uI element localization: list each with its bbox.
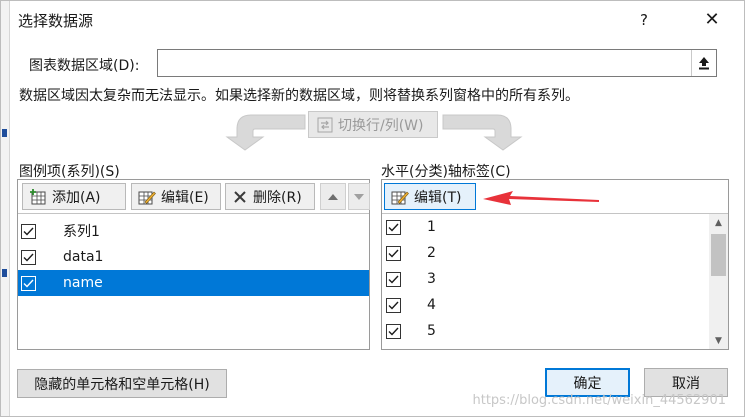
switch-row-column-label: 切换行/列(W)	[338, 117, 424, 134]
title-bar: 选择数据源 ? ✕	[10, 1, 744, 39]
triangle-up-icon	[328, 193, 338, 200]
checkmark-icon	[388, 327, 399, 336]
edit-axis-labels-label: 编辑(T)	[414, 189, 462, 206]
cancel-label: 取消	[672, 375, 700, 392]
axis-label-text: 4	[427, 297, 436, 313]
switch-row-column-icon	[317, 117, 333, 132]
dialog-title: 选择数据源	[18, 12, 94, 30]
add-series-label: 添加(A)	[52, 189, 101, 206]
delete-series-label: 删除(R)	[253, 189, 302, 206]
curved-arrow-right-icon	[442, 114, 523, 151]
curved-arrow-left-icon	[225, 114, 306, 151]
series-list-item-selected[interactable]: name	[18, 270, 369, 296]
axis-label-item[interactable]: 3	[382, 266, 708, 292]
hidden-empty-cells-label: 隐藏的单元格和空单元格(H)	[34, 376, 210, 393]
triangle-down-icon	[354, 193, 364, 200]
scroll-down-icon[interactable]: ▼	[709, 332, 728, 349]
series-checkbox[interactable]	[21, 275, 36, 291]
series-list-item[interactable]: 系列1	[18, 218, 369, 244]
series-checkbox[interactable]	[21, 249, 36, 265]
move-down-button[interactable]	[348, 183, 370, 210]
background-edge-strip	[1, 1, 10, 416]
series-name: data1	[63, 249, 104, 265]
checkmark-icon	[388, 301, 399, 310]
checkmark-icon	[23, 279, 34, 288]
annotation-arrow-icon	[483, 191, 599, 205]
select-data-source-dialog: 选择数据源 ? ✕ 图表数据区域(D): 数据区域因太复杂而无法显示。如果选择新…	[0, 0, 745, 417]
axis-label-checkbox[interactable]	[386, 219, 401, 235]
close-button[interactable]: ✕	[698, 7, 726, 33]
series-name: name	[63, 275, 103, 291]
help-button[interactable]: ?	[630, 7, 658, 33]
edit-series-label: 编辑(E)	[161, 189, 209, 206]
watermark-text: https://blog.csdn.net/weixin_44562901	[472, 393, 726, 408]
axis-labels-label: 水平(分类)轴标签(C)	[381, 164, 511, 180]
chart-data-range-label: 图表数据区域(D):	[29, 58, 140, 74]
checkmark-icon	[23, 227, 34, 236]
axis-label-text: 5	[427, 323, 436, 339]
checkmark-icon	[388, 249, 399, 258]
axis-label-item[interactable]: 1	[382, 214, 708, 240]
series-checkbox[interactable]	[21, 223, 36, 239]
series-list-item[interactable]: data1	[18, 244, 369, 270]
delete-series-button[interactable]: 删除(R)	[225, 183, 315, 210]
checkmark-icon	[388, 223, 399, 232]
axis-labels-scrollbar[interactable]: ▲ ▼	[709, 214, 728, 349]
delete-x-icon	[234, 190, 246, 203]
checkmark-icon	[388, 275, 399, 284]
hidden-empty-cells-button[interactable]: 隐藏的单元格和空单元格(H)	[17, 369, 227, 398]
upload-arrow-icon	[699, 57, 709, 70]
edit-table-icon	[138, 191, 156, 204]
scroll-up-icon[interactable]: ▲	[709, 214, 728, 231]
axis-label-text: 2	[427, 245, 436, 261]
ok-label: 确定	[573, 375, 602, 392]
axis-label-checkbox[interactable]	[386, 271, 401, 287]
legend-entries-panel: 添加(A) 编辑(E) 删除(R) 系列1 data1 name	[17, 179, 370, 350]
edit-table-icon	[391, 191, 409, 204]
edit-axis-labels-button[interactable]: 编辑(T)	[384, 183, 476, 210]
background-mark	[2, 129, 7, 137]
add-series-button[interactable]: 添加(A)	[22, 183, 126, 210]
add-table-icon	[30, 188, 46, 204]
axis-label-checkbox[interactable]	[386, 245, 401, 261]
axis-label-item[interactable]: 4	[382, 292, 708, 318]
range-notice-text: 数据区域因太复杂而无法显示。如果选择新的数据区域，则将替换系列窗格中的所有系列。	[19, 88, 579, 104]
scrollbar-thumb[interactable]	[711, 234, 726, 276]
edit-series-button[interactable]: 编辑(E)	[131, 183, 221, 210]
axis-label-text: 1	[427, 219, 436, 235]
background-mark	[2, 269, 7, 277]
series-name: 系列1	[63, 224, 100, 240]
axis-label-item[interactable]: 2	[382, 240, 708, 266]
axis-label-checkbox[interactable]	[386, 323, 401, 339]
legend-entries-label: 图例项(系列)(S)	[19, 164, 120, 180]
chart-data-range-input[interactable]	[157, 49, 717, 77]
legend-toolbar: 添加(A) 编辑(E) 删除(R)	[18, 180, 370, 214]
switch-row-column-button[interactable]: 切换行/列(W)	[308, 111, 438, 138]
range-collapse-button[interactable]	[691, 50, 716, 76]
move-up-button[interactable]	[320, 183, 346, 210]
axis-label-item[interactable]: 5	[382, 318, 708, 344]
checkmark-icon	[23, 253, 34, 262]
axis-label-checkbox[interactable]	[386, 297, 401, 313]
axis-label-text: 3	[427, 271, 436, 287]
